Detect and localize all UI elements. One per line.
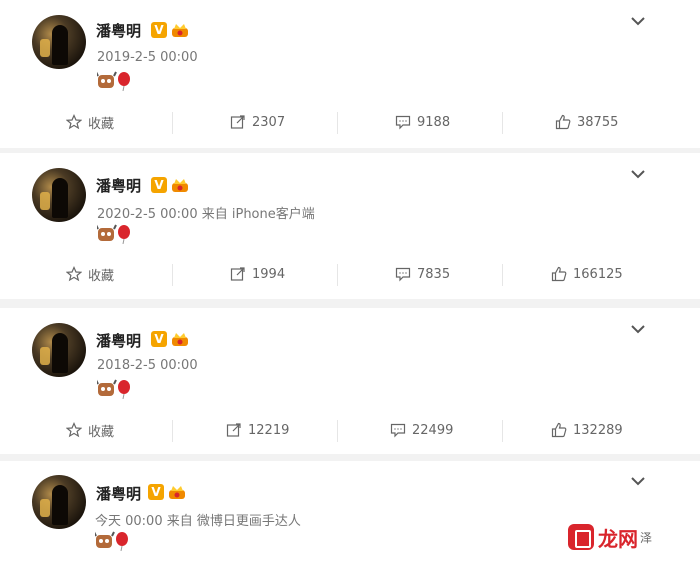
comment-icon xyxy=(390,423,406,438)
verified-badge-icon: V xyxy=(148,484,164,500)
repost-icon xyxy=(230,115,245,129)
user-name[interactable]: 潘粤明 xyxy=(96,483,141,504)
thumbs-up-icon xyxy=(551,266,567,282)
divider xyxy=(502,420,503,442)
post-timestamp[interactable]: 2018-2-5 00:00 xyxy=(97,358,198,373)
star-icon xyxy=(66,422,82,438)
vip-crown-icon xyxy=(169,486,185,499)
favorite-button[interactable]: 收藏 xyxy=(66,102,114,142)
divider xyxy=(172,264,173,286)
reaction-emoji-icon xyxy=(95,531,128,551)
repost-button[interactable]: 1994 xyxy=(230,254,285,294)
post-timestamp[interactable]: 2020-2-5 00:00 来自 iPhone客户端 xyxy=(97,203,315,222)
like-button[interactable]: 38755 xyxy=(555,102,618,142)
comment-button[interactable]: 9188 xyxy=(395,102,450,142)
reaction-emoji-icon xyxy=(97,379,130,399)
repost-button[interactable]: 12219 xyxy=(226,410,289,450)
favorite-label: 收藏 xyxy=(88,424,115,440)
repost-count: 12219 xyxy=(248,422,290,438)
thumbs-up-icon xyxy=(555,114,571,130)
verified-badge-icon: V xyxy=(151,22,167,38)
divider xyxy=(337,264,338,286)
divider xyxy=(337,420,338,442)
divider xyxy=(337,112,338,134)
vip-crown-icon xyxy=(172,179,188,192)
reaction-emoji-icon xyxy=(97,224,130,244)
comment-icon xyxy=(395,267,411,282)
avatar[interactable] xyxy=(32,168,86,222)
action-bar: 收藏 1994 7835 166125 xyxy=(0,254,700,294)
verified-badge-icon: V xyxy=(151,331,167,347)
favorite-button[interactable]: 收藏 xyxy=(66,254,114,294)
reaction-emoji-icon xyxy=(97,71,130,91)
star-icon xyxy=(66,266,82,282)
avatar[interactable] xyxy=(32,323,86,377)
like-count: 166125 xyxy=(573,266,623,282)
like-count: 132289 xyxy=(573,422,623,438)
favorite-label: 收藏 xyxy=(88,268,115,284)
favorite-button[interactable]: 收藏 xyxy=(66,410,114,450)
user-name[interactable]: 潘粤明 xyxy=(96,175,141,196)
divider xyxy=(172,420,173,442)
favorite-label: 收藏 xyxy=(88,116,115,132)
vip-crown-icon xyxy=(172,333,188,346)
star-icon xyxy=(66,114,82,130)
user-name[interactable]: 潘粤明 xyxy=(96,330,141,351)
user-name[interactable]: 潘粤明 xyxy=(96,20,141,41)
repost-icon xyxy=(230,267,245,281)
watermark: 龙网 泽 xyxy=(568,520,652,554)
brand-logo-icon xyxy=(568,524,594,550)
divider xyxy=(502,112,503,134)
comment-button[interactable]: 22499 xyxy=(390,410,453,450)
repost-icon xyxy=(226,423,241,437)
chevron-down-icon[interactable] xyxy=(630,168,646,180)
comment-count: 9188 xyxy=(417,114,451,130)
verified-badge-icon: V xyxy=(151,177,167,193)
divider xyxy=(502,264,503,286)
vip-crown-icon xyxy=(172,24,188,37)
like-count: 38755 xyxy=(577,114,619,130)
divider xyxy=(172,112,173,134)
post-timestamp[interactable]: 今天 00:00 来自 微博日更画手达人 xyxy=(95,510,301,529)
like-button[interactable]: 166125 xyxy=(551,254,623,294)
chevron-down-icon[interactable] xyxy=(630,323,646,335)
watermark-suffix: 泽 xyxy=(640,530,653,545)
like-button[interactable]: 132289 xyxy=(551,410,623,450)
comment-count: 7835 xyxy=(417,266,451,282)
chevron-down-icon[interactable] xyxy=(630,475,646,487)
action-bar: 收藏 12219 22499 132289 xyxy=(0,410,700,450)
post-timestamp[interactable]: 2019-2-5 00:00 xyxy=(97,50,198,65)
comment-icon xyxy=(395,115,411,130)
avatar[interactable] xyxy=(32,15,86,69)
repost-count: 2307 xyxy=(252,114,286,130)
watermark-brand: 龙网 xyxy=(598,526,638,551)
action-bar: 收藏 2307 9188 38755 xyxy=(0,102,700,142)
chevron-down-icon[interactable] xyxy=(630,15,646,27)
repost-button[interactable]: 2307 xyxy=(230,102,285,142)
repost-count: 1994 xyxy=(252,266,286,282)
avatar[interactable] xyxy=(32,475,86,529)
comment-button[interactable]: 7835 xyxy=(395,254,450,294)
comment-count: 22499 xyxy=(412,422,454,438)
thumbs-up-icon xyxy=(551,422,567,438)
